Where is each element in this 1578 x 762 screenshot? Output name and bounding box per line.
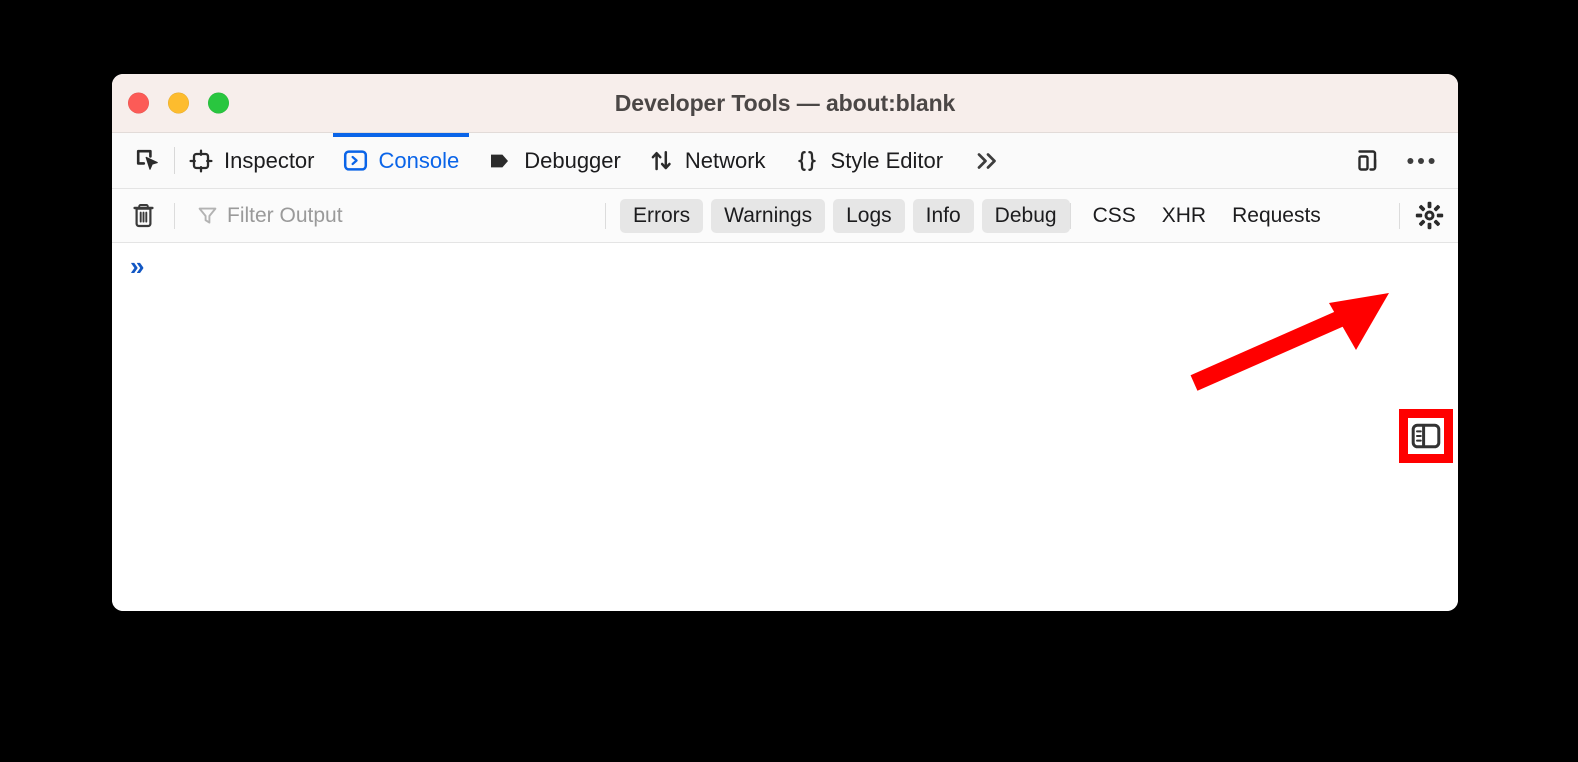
console-input-row[interactable]: » xyxy=(112,243,1458,289)
trash-icon xyxy=(131,202,156,229)
filter-requests[interactable]: Requests xyxy=(1232,205,1321,226)
window-title: Developer Tools — about:blank xyxy=(614,89,956,116)
console-filter-toolbar: Errors Warnings Logs Info Debug CSS XHR … xyxy=(112,189,1458,243)
tab-network-label: Network xyxy=(684,147,766,173)
element-picker-icon xyxy=(135,148,161,174)
title-bar: Developer Tools — about:blank xyxy=(112,74,1458,133)
tab-bar-actions xyxy=(1344,133,1458,188)
tab-bar-spacer xyxy=(1015,133,1344,188)
filter-pill-logs[interactable]: Logs xyxy=(833,198,905,233)
filter-xhr[interactable]: XHR xyxy=(1162,205,1206,226)
element-picker-button[interactable] xyxy=(122,133,174,188)
clear-console-button[interactable] xyxy=(112,202,174,229)
tab-network[interactable]: Network xyxy=(635,133,780,188)
more-options-button[interactable] xyxy=(1398,138,1444,184)
filter-output-field[interactable] xyxy=(175,203,605,228)
gear-icon xyxy=(1415,201,1444,230)
console-output-area[interactable]: » xyxy=(112,243,1458,611)
console-prompt-chevron-icon: » xyxy=(130,251,145,281)
severity-filter-group: Errors Warnings Logs Info Debug xyxy=(606,198,1070,233)
maximize-window-button[interactable] xyxy=(208,92,229,114)
tab-inspector[interactable]: Inspector xyxy=(175,133,329,188)
tab-style-editor[interactable]: Style Editor xyxy=(780,133,958,188)
tab-inspector-label: Inspector xyxy=(224,147,315,173)
more-options-icon xyxy=(1406,155,1436,167)
inspector-icon xyxy=(189,148,213,173)
chevron-double-right-icon xyxy=(971,148,1001,174)
filter-pill-errors[interactable]: Errors xyxy=(620,198,704,233)
split-console-sidebar-toggle-button[interactable] xyxy=(1399,409,1453,463)
network-icon xyxy=(649,148,674,173)
style-editor-icon xyxy=(794,148,820,174)
responsive-design-mode-button[interactable] xyxy=(1344,138,1390,184)
tab-console-label: Console xyxy=(378,147,460,173)
filter-input[interactable] xyxy=(227,203,557,228)
console-settings-button[interactable] xyxy=(1400,201,1458,230)
devtools-window: Developer Tools — about:blank Inspector xyxy=(112,74,1458,611)
traffic-lights xyxy=(128,92,229,114)
filter-css[interactable]: CSS xyxy=(1093,205,1136,226)
devtools-tab-bar: Inspector Console Debugger Network Style… xyxy=(112,133,1458,189)
console-icon xyxy=(343,148,368,173)
filter-pill-warnings[interactable]: Warnings xyxy=(711,198,826,233)
funnel-icon xyxy=(197,205,218,226)
tab-console[interactable]: Console xyxy=(329,133,474,188)
filter-pill-info[interactable]: Info xyxy=(912,198,974,233)
close-window-button[interactable] xyxy=(128,92,149,114)
tabs-overflow-button[interactable] xyxy=(957,133,1015,188)
tab-style-editor-label: Style Editor xyxy=(830,147,944,173)
type-filter-group: CSS XHR Requests xyxy=(1071,205,1343,226)
tab-debugger[interactable]: Debugger xyxy=(473,133,635,188)
split-console-sidebar-toggle-icon xyxy=(1411,423,1441,449)
minimize-window-button[interactable] xyxy=(168,92,189,114)
responsive-design-mode-icon xyxy=(1353,146,1382,175)
filter-pill-debug[interactable]: Debug xyxy=(981,198,1070,233)
tab-debugger-label: Debugger xyxy=(524,147,621,173)
debugger-icon xyxy=(487,148,513,174)
